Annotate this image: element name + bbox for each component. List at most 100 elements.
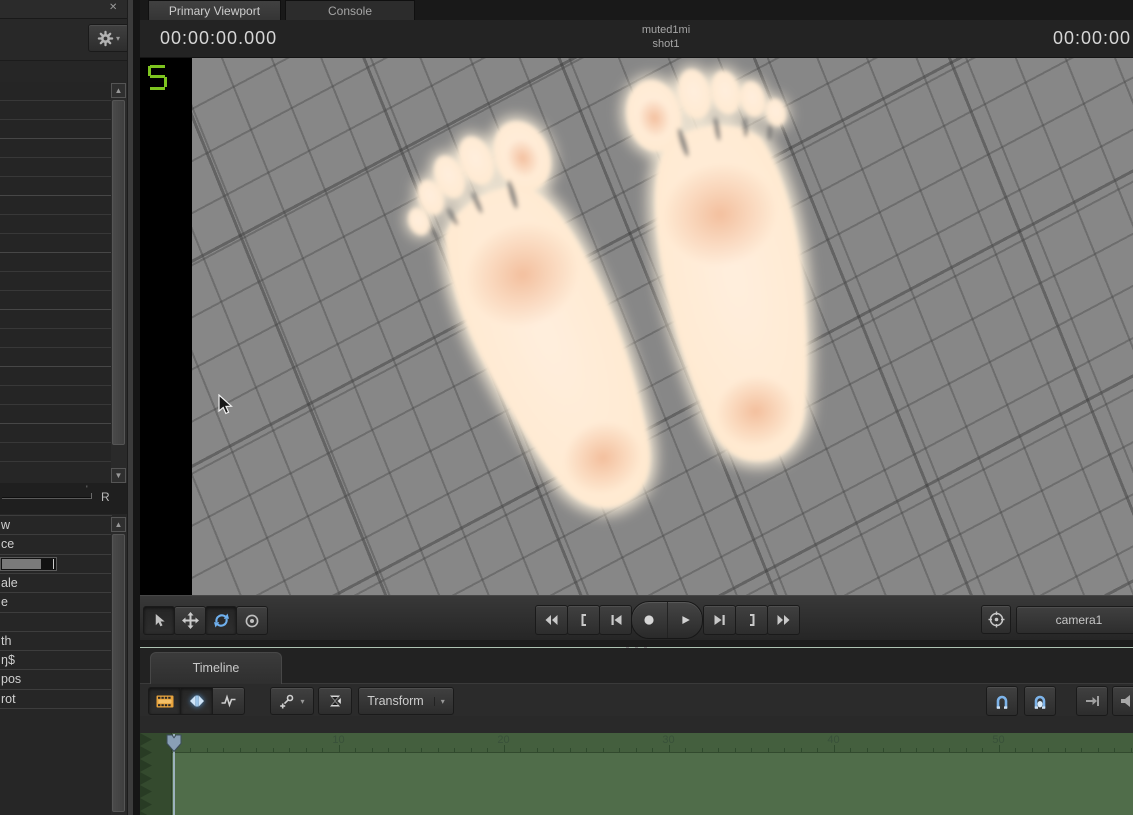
property-row[interactable]: ŋ$ [0,650,112,669]
feet-model [192,58,1133,595]
next-frame-button[interactable] [703,605,736,635]
property-row[interactable] [0,291,112,310]
camera-selector[interactable]: camera1 [1016,606,1133,634]
property-row[interactable] [0,82,112,101]
scrollbar-thumb[interactable] [112,534,125,812]
property-row[interactable] [0,272,112,291]
property-row[interactable] [0,386,112,405]
panel-header: ✕ [0,0,127,19]
rewind-button[interactable] [535,605,568,635]
next-frame-icon [712,612,728,628]
property-row[interactable] [0,405,112,424]
play-button[interactable] [668,602,703,638]
property-row[interactable]: th [0,631,112,650]
property-row[interactable] [0,215,112,234]
viewport-canvas[interactable] [192,58,1133,595]
close-icon[interactable]: ✕ [109,2,117,13]
ruler-tick [1131,748,1132,752]
play-icon [678,613,692,627]
rotate-tool-button[interactable] [205,606,237,635]
property-row[interactable]: rot [0,689,112,708]
previous-frame-button[interactable] [599,605,632,635]
property-row[interactable] [0,554,112,573]
property-row[interactable]: e [0,592,112,611]
add-keyframe-button[interactable]: ▾ [270,687,314,715]
tab-console[interactable]: Console [285,0,415,20]
left-foot[interactable] [387,111,682,539]
property-row[interactable]: ce [0,534,112,553]
audio-mute-button[interactable] [1112,686,1133,716]
clip-editor-mode-button[interactable] [148,687,181,715]
tab-timeline[interactable]: Timeline [150,652,282,684]
scrollbar-thumb[interactable] [112,100,125,445]
property-row[interactable] [0,120,112,139]
cursor-icon [152,613,167,628]
property-row[interactable] [0,612,112,631]
tab-primary-viewport[interactable]: Primary Viewport [148,0,281,20]
property-row[interactable] [0,158,112,177]
motion-editor-mode-button[interactable] [180,687,213,715]
clip-end-button[interactable] [735,605,768,635]
fast-forward-button[interactable] [767,605,800,635]
playhead-marker[interactable] [166,734,182,753]
viewport-3d[interactable] [140,58,1133,595]
tab-label: Primary Viewport [169,4,260,18]
clip-start-button[interactable] [567,605,600,635]
property-row[interactable] [0,177,112,196]
settings-button[interactable]: ▾ [88,24,129,52]
ruler-tick [850,748,851,752]
property-row[interactable]: w [0,515,112,534]
property-row[interactable]: ale [0,573,112,592]
snap-playhead-button[interactable] [986,686,1018,716]
property-value-input[interactable] [0,557,57,571]
ruler-tick [1065,748,1066,752]
property-row[interactable] [0,329,112,348]
property-label: rot [1,692,16,706]
property-row[interactable] [0,367,112,386]
timeline-track-area[interactable]: 1020304050 [140,733,1133,815]
application-window: ✕ ▾ ▲ ▼ ' [0,0,1133,815]
ruler-label: 50 [984,734,1014,746]
property-row[interactable] [0,196,112,215]
property-row[interactable]: pos [0,669,112,688]
slider-track[interactable] [2,497,92,499]
scroll-up-icon[interactable]: ▲ [111,83,126,98]
snap-frames-button[interactable] [1024,686,1056,716]
property-row[interactable] [0,101,112,120]
ruler-tick [652,748,653,752]
right-foot[interactable] [620,58,856,474]
property-row[interactable] [0,234,112,253]
property-row[interactable] [0,424,112,443]
scroll-down-icon[interactable]: ▼ [111,468,126,483]
record-button[interactable] [632,602,668,638]
property-row[interactable] [0,348,112,367]
property-row[interactable] [0,253,112,272]
timeline-track-body[interactable] [140,753,1133,815]
ruler-tick [553,748,554,752]
go-to-end-button[interactable] [1076,686,1108,716]
ruler-tick [834,745,835,752]
scroll-up-icon[interactable]: ▲ [111,517,126,532]
viewport-letterbox [140,58,192,595]
panel-resize-handle[interactable] [140,640,1133,648]
move-tool-button[interactable] [174,606,206,635]
time-selection-button[interactable] [318,687,352,715]
slider-end-tick [91,493,92,499]
ruler-tick [454,748,455,752]
timeline-ruler[interactable]: 1020304050 [140,733,1133,753]
scrollbar-upper[interactable]: ▲ ▼ [111,83,127,483]
scrollbar-lower[interactable]: ▲ [111,517,127,815]
property-list-upper [0,82,112,463]
select-tool-button[interactable] [143,606,175,635]
hourglass-icon [327,693,343,709]
property-row[interactable] [0,139,112,158]
property-list-lower: wce alee thŋ$pos rot [0,515,112,710]
graph-editor-mode-button[interactable] [212,687,245,715]
ruler-tick [256,748,257,752]
transform-dropdown[interactable]: Transform ▾ [358,687,454,715]
property-row[interactable] [0,443,112,462]
panel-toolbar: ▾ [0,19,127,61]
orbit-tool-button[interactable] [236,606,268,635]
property-row[interactable] [0,310,112,329]
camera-target-button[interactable] [981,605,1011,634]
